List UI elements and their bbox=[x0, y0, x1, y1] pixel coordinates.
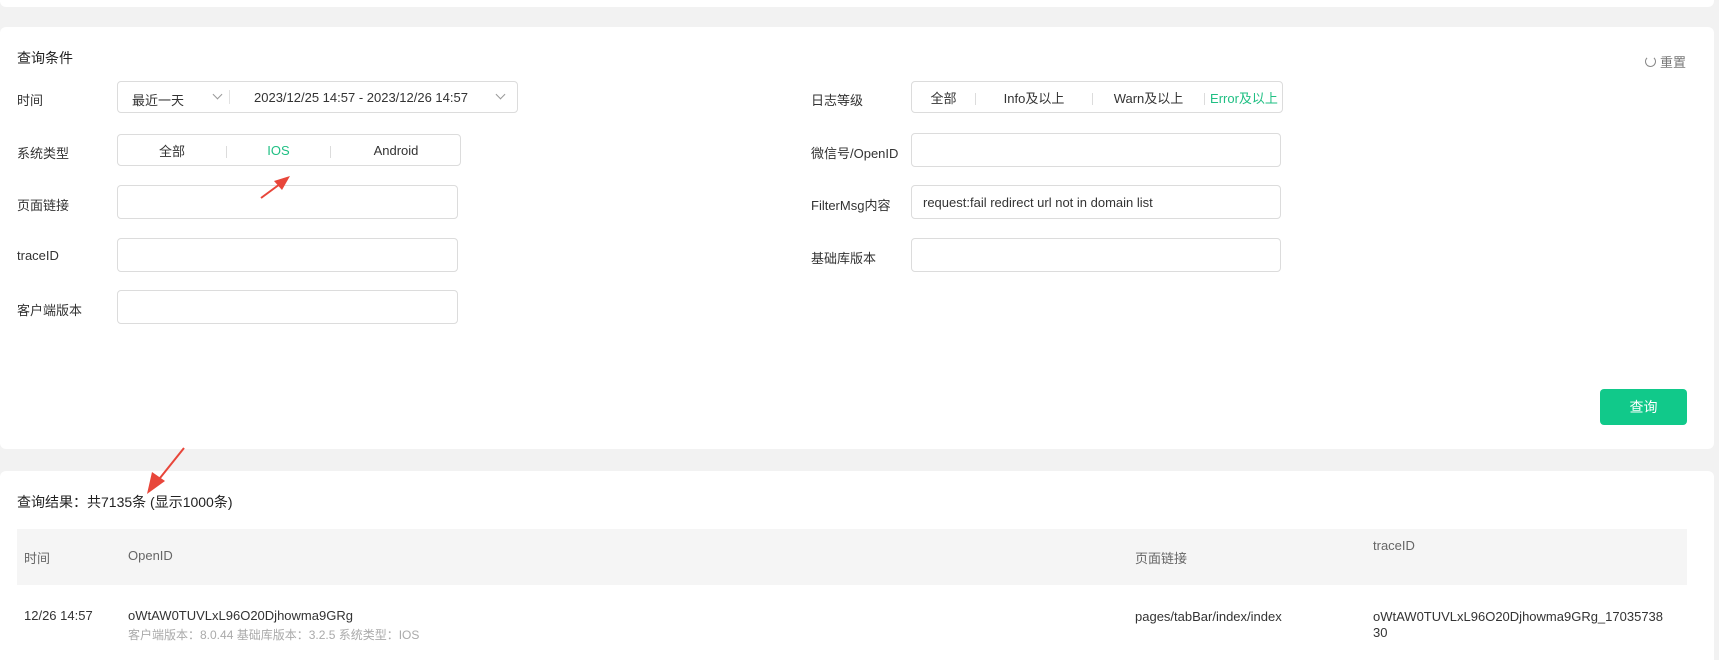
time-label: 时间 bbox=[17, 93, 44, 108]
column-header-page-link: 页面链接 bbox=[1135, 551, 1188, 566]
filter-msg-input[interactable]: request:fail redirect url not in domain … bbox=[911, 185, 1281, 219]
table-header: 时间 OpenID 页面链接 traceID bbox=[17, 529, 1687, 585]
row-trace-id-line2: 30 bbox=[1373, 625, 1388, 640]
page-link-label: 页面链接 bbox=[17, 198, 70, 213]
column-header-trace-id: traceID bbox=[1373, 538, 1415, 553]
date-range-input[interactable]: 2023/12/25 14:57 - 2023/12/26 14:57 bbox=[254, 90, 468, 105]
query-title: 查询条件 bbox=[17, 50, 73, 66]
system-type-label: 系统类型 bbox=[17, 146, 70, 161]
chevron-down-icon bbox=[495, 89, 506, 100]
column-header-time: 时间 bbox=[24, 551, 51, 566]
log-level-error[interactable]: Error及以上 bbox=[1205, 82, 1283, 112]
log-level-warn[interactable]: Warn及以上 bbox=[1093, 82, 1204, 112]
trace-id-label: traceID bbox=[17, 248, 59, 263]
log-level-selector: 全部 Info及以上 Warn及以上 Error及以上 bbox=[911, 81, 1283, 113]
reset-button[interactable]: 重置 bbox=[1644, 52, 1686, 71]
time-range-picker: 最近一天 2023/12/25 14:57 - 2023/12/26 14:57 bbox=[117, 81, 518, 113]
chevron-down-icon bbox=[212, 89, 223, 100]
trace-id-input[interactable] bbox=[117, 238, 458, 272]
system-type-android[interactable]: Android bbox=[331, 135, 461, 165]
system-type-ios[interactable]: IOS bbox=[227, 135, 330, 165]
row-page-link: pages/tabBar/index/index bbox=[1135, 609, 1282, 624]
client-version-label: 客户端版本 bbox=[17, 303, 83, 318]
divider bbox=[229, 90, 230, 104]
row-detail: 客户端版本：8.0.44 基础库版本：3.2.5 系统类型：IOS bbox=[128, 628, 420, 642]
top-panel bbox=[0, 0, 1714, 7]
time-range-select[interactable]: 最近一天 bbox=[132, 90, 184, 109]
row-trace-id-line1: oWtAW0TUVLxL96O20Djhowma9GRg_17035738 bbox=[1373, 609, 1664, 624]
filter-msg-value: request:fail redirect url not in domain … bbox=[923, 194, 1153, 210]
wechat-openid-input[interactable] bbox=[911, 133, 1281, 167]
log-level-all[interactable]: 全部 bbox=[912, 82, 975, 112]
system-type-all[interactable]: 全部 bbox=[118, 135, 226, 165]
page-link-input[interactable] bbox=[117, 185, 458, 219]
filter-msg-label: FilterMsg内容 bbox=[811, 198, 891, 213]
row-openid: oWtAW0TUVLxL96O20Djhowma9GRg bbox=[128, 608, 353, 623]
query-panel: 查询条件 重置 时间 最近一天 2023/12/25 14:57 - 2023/… bbox=[0, 27, 1714, 449]
wechat-label: 微信号/OpenID bbox=[811, 146, 899, 161]
row-time: 12/26 14:57 bbox=[24, 608, 93, 623]
result-panel: 查询结果：共7135条 (显示1000条) 时间 OpenID 页面链接 tra… bbox=[0, 471, 1714, 660]
reset-label: 重置 bbox=[1659, 55, 1686, 70]
result-summary: 查询结果：共7135条 (显示1000条) bbox=[17, 494, 233, 510]
client-version-input[interactable] bbox=[117, 290, 458, 324]
column-header-openid: OpenID bbox=[128, 548, 173, 563]
lib-version-input[interactable] bbox=[911, 238, 1281, 272]
system-type-selector: 全部 IOS Android bbox=[117, 134, 461, 166]
log-level-label: 日志等级 bbox=[811, 93, 864, 108]
query-button[interactable]: 查询 bbox=[1600, 389, 1687, 425]
refresh-icon bbox=[1644, 56, 1656, 67]
lib-version-label: 基础库版本 bbox=[811, 251, 877, 266]
log-level-info[interactable]: Info及以上 bbox=[976, 82, 1092, 112]
